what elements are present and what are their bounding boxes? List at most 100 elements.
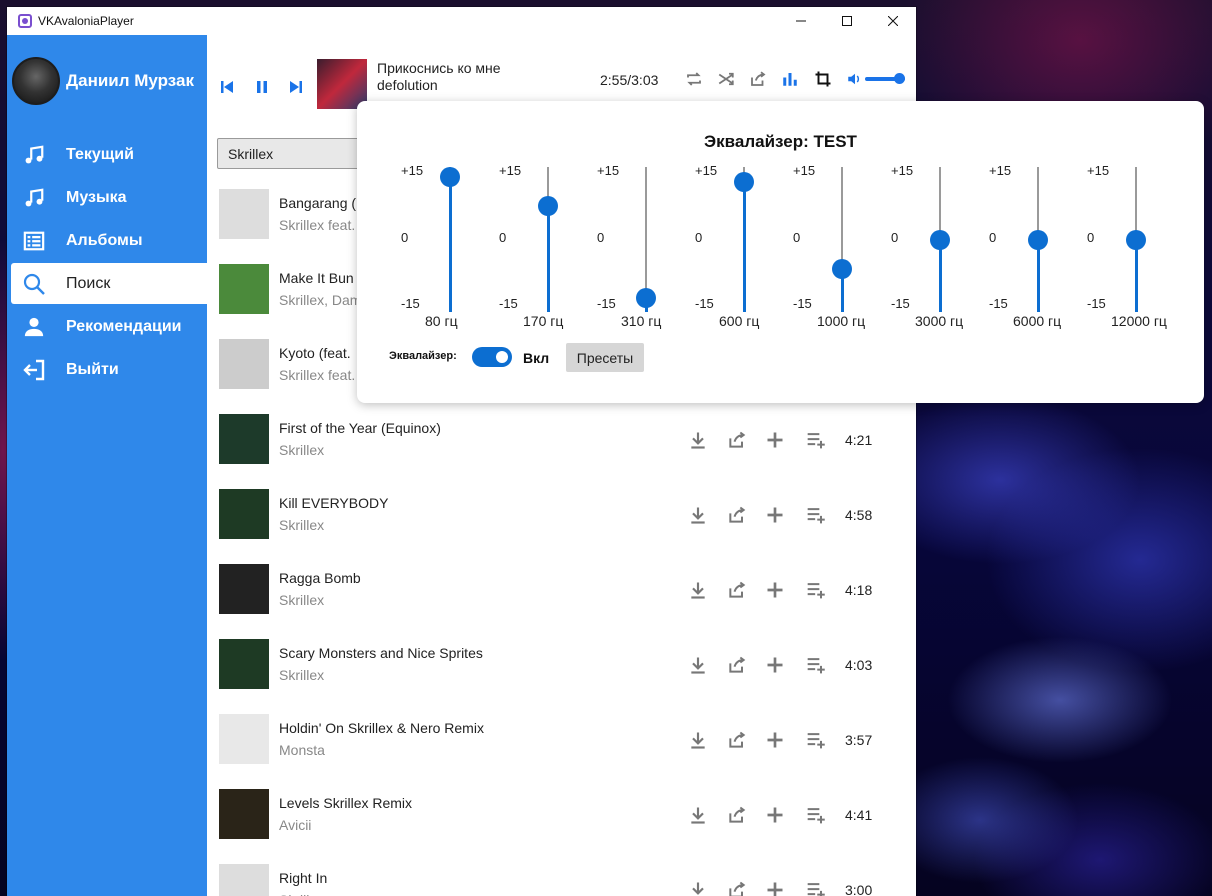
download-button[interactable] [687, 429, 709, 451]
add-to-playlist-button[interactable] [805, 579, 827, 601]
eq-scale-label: -15 [793, 296, 812, 311]
eq-band-thumb[interactable] [1126, 229, 1146, 250]
share-track-button[interactable] [726, 804, 748, 826]
track-row[interactable]: First of the Year (Equinox) Skrillex 4:21 [217, 412, 907, 487]
presets-button[interactable]: Пресеты [566, 343, 644, 372]
eq-band-fill [1134, 239, 1138, 312]
eq-scale-label: +15 [1087, 163, 1110, 178]
add-track-button[interactable] [764, 879, 786, 896]
eq-band-thumb[interactable] [538, 195, 558, 216]
minimize-button[interactable] [778, 7, 824, 35]
add-track-button[interactable] [764, 804, 786, 826]
eq-scale-label: 0 [793, 230, 801, 245]
track-row[interactable]: Right In Skrillex 3:00 [217, 862, 907, 896]
download-button[interactable] [687, 654, 709, 676]
track-row[interactable]: Levels Skrillex Remix Avicii 4:41 [217, 787, 907, 862]
eq-scale-label: -15 [891, 296, 910, 311]
download-button[interactable] [687, 729, 709, 751]
share-button[interactable] [748, 69, 768, 89]
plus-icon [767, 507, 783, 523]
profile[interactable]: Даниил Мурзак [12, 57, 194, 105]
download-button[interactable] [687, 804, 709, 826]
add-track-button[interactable] [764, 579, 786, 601]
download-button[interactable] [687, 879, 709, 896]
now-playing-artist: defolution [377, 77, 438, 93]
previous-button[interactable] [217, 77, 237, 97]
sidebar-item-search[interactable]: Поиск [11, 263, 207, 304]
eq-band-thumb[interactable] [832, 258, 852, 279]
eq-band-thumb[interactable] [1028, 229, 1048, 250]
eq-band-thumb[interactable] [636, 287, 656, 308]
add-track-button[interactable] [764, 654, 786, 676]
sidebar-item-music[interactable]: Музыка [11, 177, 207, 218]
logout-icon [21, 357, 47, 383]
share-track-button[interactable] [726, 729, 748, 751]
eq-scale-label: +15 [891, 163, 914, 178]
maximize-button[interactable] [824, 7, 870, 35]
playlist-add-icon [807, 583, 825, 599]
share-track-button[interactable] [726, 579, 748, 601]
add-to-playlist-button[interactable] [805, 729, 827, 751]
add-track-button[interactable] [764, 729, 786, 751]
track-row[interactable]: Kill EVERYBODY Skrillex 4:58 [217, 487, 907, 562]
next-button[interactable] [286, 77, 306, 97]
track-row[interactable]: Ragga Bomb Skrillex 4:18 [217, 562, 907, 637]
eq-band-thumb[interactable] [734, 171, 754, 192]
share-track-button[interactable] [726, 654, 748, 676]
download-icon [691, 732, 705, 749]
eq-band-fill [742, 181, 746, 312]
share-icon [729, 431, 746, 448]
share-track-button[interactable] [726, 429, 748, 451]
download-button[interactable] [687, 579, 709, 601]
eq-band-thumb[interactable] [440, 166, 460, 187]
track-row[interactable]: Holdin' On Skrillex & Nero Remix Monsta 3:… [217, 712, 907, 787]
add-track-button[interactable] [764, 429, 786, 451]
add-to-playlist-button[interactable] [805, 879, 827, 896]
pause-button[interactable] [252, 77, 272, 97]
playlist-add-icon [807, 658, 825, 674]
track-cover [219, 414, 269, 464]
track-artist: Skrillex feat. [279, 217, 356, 233]
share-icon [729, 806, 746, 823]
sidebar-item-recommendations[interactable]: Рекомендации [11, 306, 207, 347]
add-to-playlist-button[interactable] [805, 429, 827, 451]
add-track-button[interactable] [764, 504, 786, 526]
crop-icon [815, 71, 831, 87]
equalizer-toggle[interactable] [472, 347, 512, 367]
skip-next-icon [290, 81, 302, 93]
track-cover [219, 789, 269, 839]
add-to-playlist-button[interactable] [805, 504, 827, 526]
eq-band: +15 0 -15 310 гц [597, 161, 695, 331]
add-to-playlist-button[interactable] [805, 804, 827, 826]
skip-previous-icon [221, 81, 233, 93]
close-button[interactable] [870, 7, 916, 35]
share-track-button[interactable] [726, 879, 748, 896]
track-row[interactable]: Scary Monsters and Nice Sprites Skrillex 4… [217, 637, 907, 712]
sidebar-item-logout[interactable]: Выйти [11, 349, 207, 390]
eq-band: +15 0 -15 1000 гц [793, 161, 891, 331]
equalizer-button[interactable] [780, 69, 800, 89]
sidebar-item-albums[interactable]: Альбомы [11, 220, 207, 261]
eq-band: +15 0 -15 170 гц [499, 161, 597, 331]
track-artist: Skrillex [279, 517, 325, 533]
download-button[interactable] [687, 504, 709, 526]
plus-icon [767, 657, 783, 673]
track-title: First of the Year (Equinox) [279, 420, 441, 436]
crop-button[interactable] [813, 69, 833, 89]
track-artist: Skrillex feat. [279, 367, 356, 383]
eq-band: +15 0 -15 3000 гц [891, 161, 989, 331]
track-duration: 4:03 [845, 657, 873, 673]
repeat-button[interactable] [684, 69, 704, 89]
volume-slider-thumb[interactable] [894, 73, 905, 84]
shuffle-button[interactable] [716, 69, 736, 89]
eq-band-thumb[interactable] [930, 229, 950, 250]
playlist-add-icon [807, 808, 825, 824]
share-track-button[interactable] [726, 504, 748, 526]
equalizer-popup: Эквалайзер: TEST Эквалайзер: Вкл Пресеты… [357, 101, 1204, 403]
eq-band-frequency: 170 гц [523, 313, 564, 329]
sidebar-item-current[interactable]: Текущий [11, 134, 207, 175]
add-to-playlist-button[interactable] [805, 654, 827, 676]
volume-button[interactable] [845, 69, 865, 89]
search-input[interactable]: Skrillex [217, 138, 377, 169]
plus-icon [767, 582, 783, 598]
